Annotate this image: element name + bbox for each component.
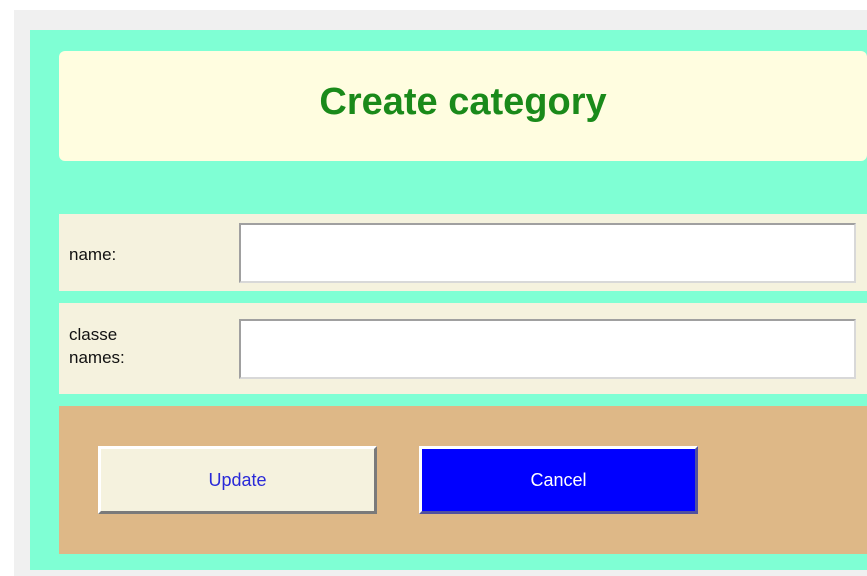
window-frame: Create category name: classe names: Upda… xyxy=(14,10,867,576)
classes-row: classe names: xyxy=(59,303,867,394)
name-label: name: xyxy=(69,245,117,264)
page-title: Create category xyxy=(319,80,607,123)
classes-input[interactable] xyxy=(239,319,856,379)
form-panel: Create category name: classe names: Upda… xyxy=(30,30,867,570)
update-button[interactable]: Update xyxy=(98,446,377,514)
cancel-button[interactable]: Cancel xyxy=(419,446,698,514)
actions-bar: Update Cancel xyxy=(59,406,867,554)
name-input[interactable] xyxy=(239,223,856,283)
page-header: Create category xyxy=(59,51,867,161)
name-row: name: xyxy=(59,214,867,291)
classes-label: classe names: xyxy=(69,325,125,367)
